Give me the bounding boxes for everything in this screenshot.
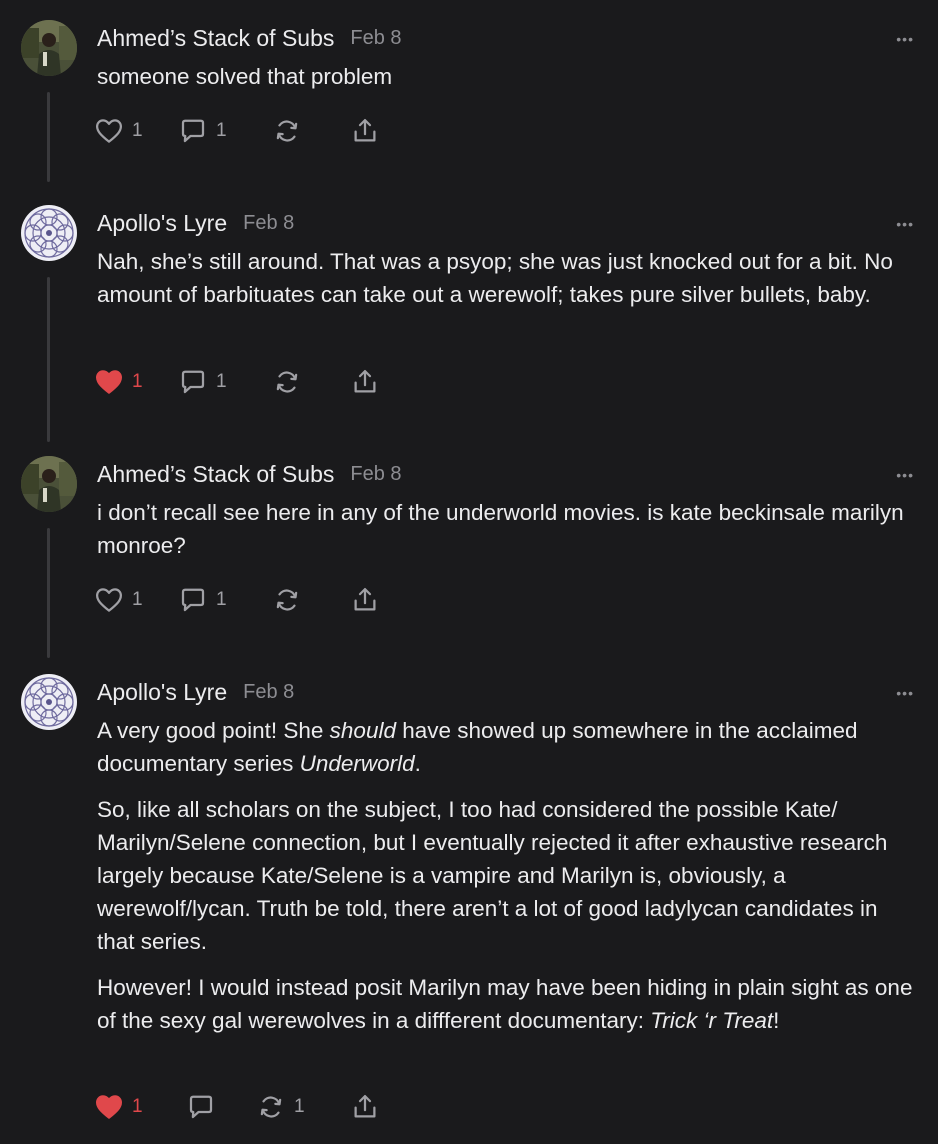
- like-count: 1: [132, 1096, 143, 1117]
- avatar-apollo[interactable]: [21, 205, 77, 261]
- like-button[interactable]: 1: [94, 115, 143, 147]
- like-count: 1: [132, 120, 143, 141]
- speech-bubble-icon: [181, 119, 205, 143]
- thread-line: [47, 92, 50, 182]
- restack-count: 1: [294, 1096, 305, 1117]
- comment-body: i don’t recall see here in any of the un…: [97, 496, 917, 562]
- restack-arrows-icon: [276, 371, 298, 393]
- more-options-button[interactable]: •••: [896, 468, 914, 482]
- share-button[interactable]: [350, 1091, 380, 1123]
- speech-bubble-icon: [181, 370, 205, 394]
- text-run: However! I would instead posit Marilyn m…: [97, 975, 913, 1033]
- share-button[interactable]: [350, 366, 380, 398]
- more-options-button[interactable]: •••: [896, 32, 914, 46]
- author-name[interactable]: Apollo's Lyre: [97, 679, 227, 706]
- person-photo-avatar-icon: [21, 20, 77, 76]
- reply-count: 1: [216, 371, 227, 392]
- restack-arrows-icon: [260, 1096, 282, 1118]
- comment-date[interactable]: Feb 8: [350, 463, 401, 486]
- restack-button[interactable]: [272, 584, 302, 616]
- comment-header: Apollo's Lyre Feb 8: [97, 674, 294, 710]
- restack-button[interactable]: [272, 115, 302, 147]
- heart-icon: [96, 370, 122, 394]
- avatar-apollo[interactable]: [21, 674, 77, 730]
- restack-button[interactable]: 1: [256, 1091, 305, 1123]
- restack-arrows-icon: [276, 589, 298, 611]
- like-count: 1: [132, 371, 143, 392]
- comment-paragraph: So, like all scholars on the subject, I …: [97, 793, 917, 958]
- reply-button[interactable]: 1: [178, 584, 227, 616]
- share-button[interactable]: [350, 115, 380, 147]
- comment-header: Apollo's Lyre Feb 8: [97, 205, 294, 241]
- comment-paragraph: A very good point! She should have showe…: [97, 714, 917, 780]
- comment-paragraph: However! I would instead posit Marilyn m…: [97, 971, 917, 1037]
- like-button[interactable]: 1: [94, 1091, 143, 1123]
- mandala-avatar-icon: [21, 205, 77, 261]
- comment-date[interactable]: Feb 8: [350, 27, 401, 50]
- comment-header: Ahmed’s Stack of Subs Feb 8: [97, 456, 402, 492]
- like-button[interactable]: 1: [94, 366, 143, 398]
- comment-body: someone solved that problem: [97, 60, 917, 93]
- restack-arrows-icon: [276, 120, 298, 142]
- text-run: .: [414, 751, 421, 776]
- share-button[interactable]: [350, 584, 380, 616]
- like-count: 1: [132, 589, 143, 610]
- italic-text: Trick ‘r Treat: [650, 1008, 774, 1033]
- speech-bubble-icon: [181, 588, 205, 612]
- text-run: A very good point! She: [97, 718, 330, 743]
- thread-line: [47, 528, 50, 658]
- comment-date[interactable]: Feb 8: [243, 681, 294, 704]
- avatar-ahmed[interactable]: [21, 456, 77, 512]
- thread-line: [47, 277, 50, 442]
- comment-body: Nah, she’s still around. That was a psyo…: [97, 245, 917, 311]
- person-photo-avatar-icon: [21, 456, 77, 512]
- reply-count: 1: [216, 120, 227, 141]
- more-options-button[interactable]: •••: [896, 686, 914, 700]
- reply-button[interactable]: [186, 1091, 216, 1123]
- italic-text: Underworld: [299, 751, 415, 776]
- mandala-avatar-icon: [21, 674, 77, 730]
- comment-paragraph: someone solved that problem: [97, 64, 393, 89]
- heart-icon: [96, 119, 122, 143]
- speech-bubble-icon: [189, 1095, 213, 1119]
- author-name[interactable]: Ahmed’s Stack of Subs: [97, 461, 334, 488]
- share-upload-icon: [354, 370, 376, 393]
- reply-count: 1: [216, 589, 227, 610]
- heart-icon: [96, 1095, 122, 1119]
- text-run: So, like all scholars on the subject, I …: [97, 797, 888, 954]
- heart-icon: [96, 588, 122, 612]
- comment-date[interactable]: Feb 8: [243, 212, 294, 235]
- text-run: !: [773, 1008, 780, 1033]
- share-upload-icon: [354, 1095, 376, 1118]
- reply-button[interactable]: 1: [178, 366, 227, 398]
- author-name[interactable]: Ahmed’s Stack of Subs: [97, 25, 334, 52]
- like-button[interactable]: 1: [94, 584, 143, 616]
- restack-button[interactable]: [272, 366, 302, 398]
- avatar-ahmed[interactable]: [21, 20, 77, 76]
- comment-header: Ahmed’s Stack of Subs Feb 8: [97, 20, 402, 56]
- reply-button[interactable]: 1: [178, 115, 227, 147]
- italic-text: should: [329, 718, 396, 743]
- more-options-button[interactable]: •••: [896, 217, 914, 231]
- share-upload-icon: [354, 588, 376, 611]
- comment-body: A very good point! She should have showe…: [97, 714, 917, 1037]
- comment-paragraph: Nah, she’s still around. That was a psyo…: [97, 249, 893, 307]
- share-upload-icon: [354, 119, 376, 142]
- comment-paragraph: i don’t recall see here in any of the un…: [97, 500, 904, 558]
- author-name[interactable]: Apollo's Lyre: [97, 210, 227, 237]
